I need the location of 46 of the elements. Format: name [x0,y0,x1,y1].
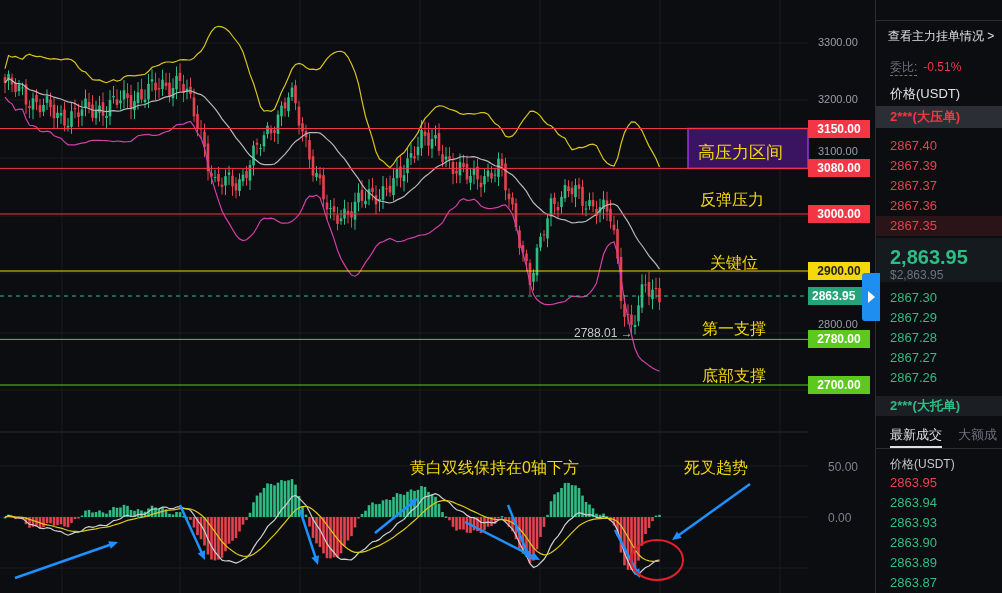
low-price-marker: 2788.01 → [574,326,633,340]
last-price-usd: $2,863.95 [890,267,945,282]
bid-row[interactable]: 2867.29 [876,308,1002,328]
price-level-tag: 3000.00 [808,205,870,223]
annotation-label: 黄白双线保持在0轴下方 [410,458,579,478]
axis-label: 50.00 [828,459,859,476]
ask-row[interactable]: 2867.39 [876,155,1002,176]
ask-row[interactable]: 2867.37 [876,175,1002,196]
axis-label: 3200.00 [818,93,858,106]
trade-row-text: 2863.87 [889,574,938,592]
order-detail-link[interactable]: 查看主力挂单情况 > [876,26,1002,45]
annotation-label: 死叉趋势 [684,458,748,478]
ask-row[interactable]: 2867.36 [876,195,1002,216]
column-header: 价格(USDT) [889,84,962,103]
last-price: 2,863.95 [890,245,969,268]
axis-label: 3300.00 [818,36,858,49]
annotation-label: 第一支撑 [702,319,766,339]
trade-row-text: 2863.89 [889,554,938,572]
annotation-label: 关键位 [710,253,758,273]
bid-row[interactable]: 2867.26 [876,368,1002,388]
trade-row-text: 2863.93 [889,514,938,532]
ask-row[interactable]: 2867.35 [876,215,1002,236]
tab[interactable]: 最新成交 [890,422,942,448]
zone-label: 高压力区间 [698,142,783,164]
bid-row[interactable]: 2867.27 [876,348,1002,368]
bid-row[interactable]: 2867.28 [876,328,1002,348]
annotation-label: 反弹压力 [700,190,764,210]
trade-row-text: 2863.95 [889,474,938,492]
axis-label: 2800.00 [818,318,858,331]
column-header: 价格(USDT) [889,456,956,473]
bid-row[interactable]: 2867.30 [876,288,1002,308]
tab[interactable]: 大额成 [958,422,997,448]
large-bid-row[interactable]: 2***(大托单) [876,396,1002,416]
trade-row-text: 2863.90 [889,534,938,552]
ratio-value: -0.51% [923,58,962,76]
ratio-label: 委比: [890,58,918,76]
price-level-tag: 3080.00 [808,159,870,178]
annotation-label: 底部支撑 [702,366,766,386]
axis-label: 0.00 [828,510,852,527]
axis-label: 3100.00 [818,145,858,158]
price-level-tag: 2900.00 [808,262,870,280]
price-level-tag: 3150.00 [808,119,870,138]
ask-row[interactable]: 2867.40 [876,135,1002,156]
price-level-tag: 2700.00 [808,376,870,394]
trade-row-text: 2863.94 [889,494,938,512]
price-level-tag: 2780.00 [808,330,870,349]
